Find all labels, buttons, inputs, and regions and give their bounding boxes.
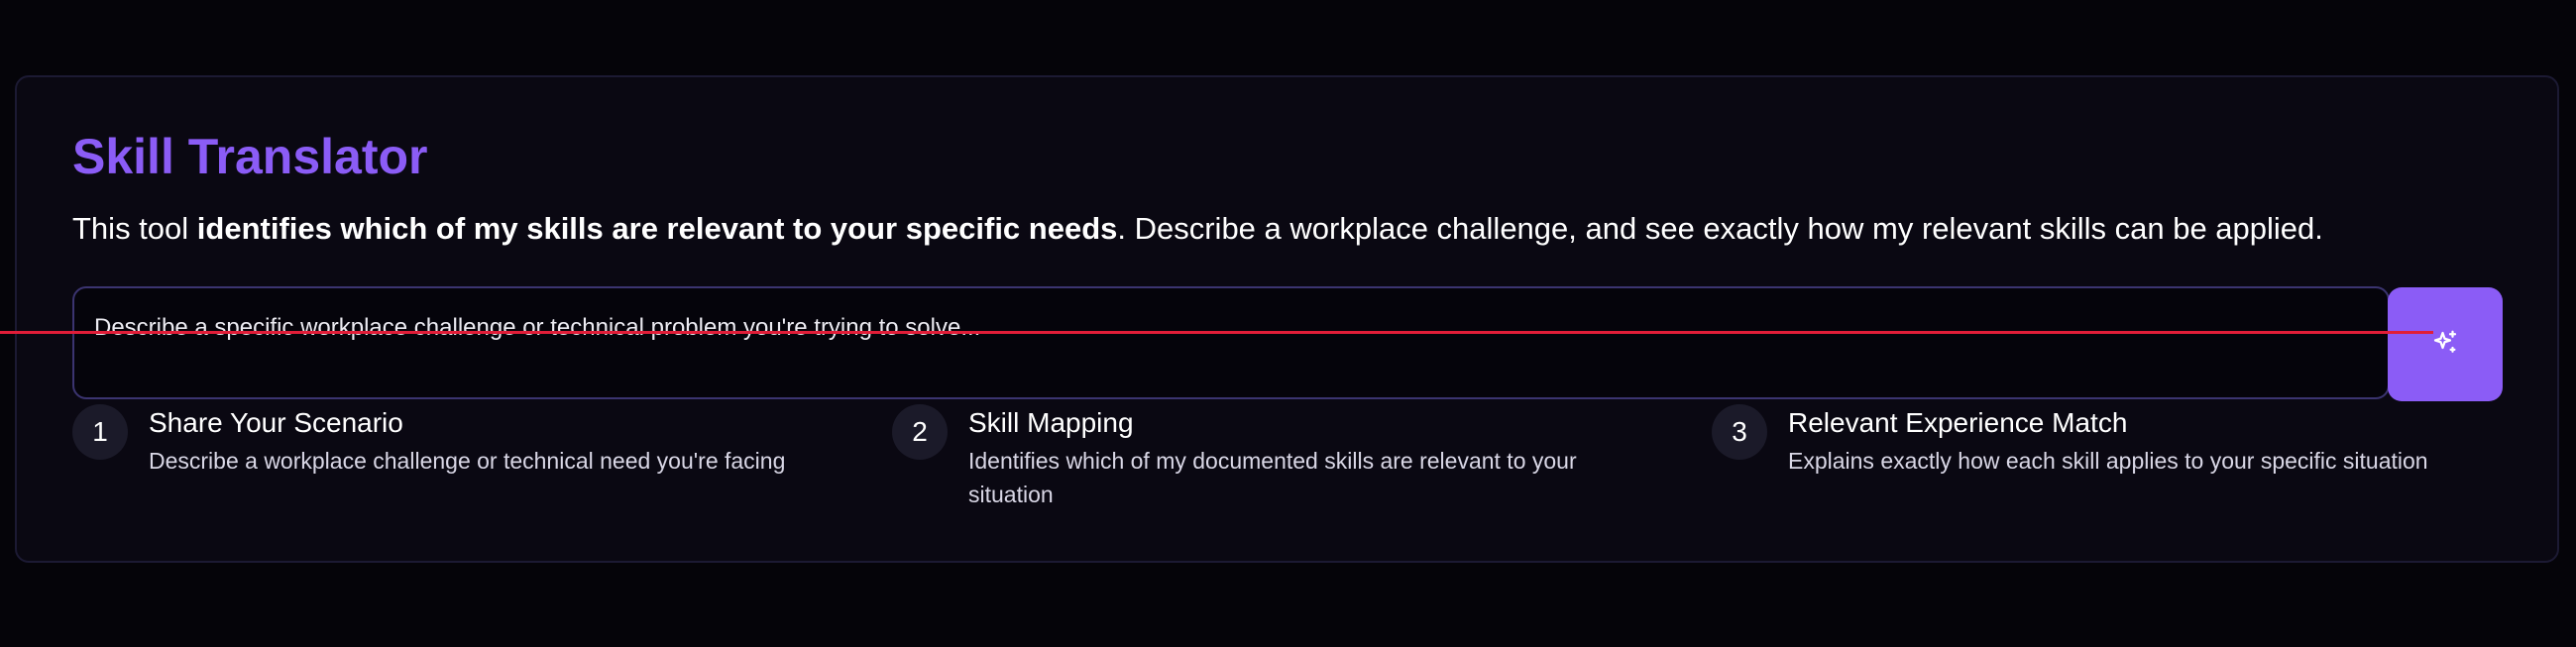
sparkles-icon bbox=[2430, 328, 2460, 361]
step-description: Describe a workplace challenge or techni… bbox=[149, 448, 786, 474]
intro-suffix: . Describe a workplace challenge, and se… bbox=[1117, 211, 2323, 246]
translate-button[interactable] bbox=[2388, 287, 2503, 401]
step-number: 1 bbox=[72, 404, 128, 460]
step-number: 2 bbox=[892, 404, 948, 460]
step-description: Explains exactly how each skill applies … bbox=[1788, 448, 2428, 474]
step-title: Share Your Scenario bbox=[149, 407, 403, 438]
intro-text: This tool identifies which of my skills … bbox=[72, 210, 2323, 247]
step-title: Relevant Experience Match bbox=[1788, 407, 2128, 438]
step-number: 3 bbox=[1712, 404, 1767, 460]
intro-emphasis: identifies which of my skills are releva… bbox=[196, 211, 1118, 246]
step-title: Skill Mapping bbox=[968, 407, 1134, 438]
step-description: Identifies which of my documented skills… bbox=[968, 448, 1577, 507]
skill-translator-card: Skill Translator This tool identifies wh… bbox=[15, 75, 2559, 563]
scenario-input[interactable] bbox=[72, 286, 2390, 399]
intro-prefix: This tool bbox=[72, 211, 197, 246]
page-title: Skill Translator bbox=[72, 129, 428, 184]
red-underline bbox=[0, 331, 2433, 334]
